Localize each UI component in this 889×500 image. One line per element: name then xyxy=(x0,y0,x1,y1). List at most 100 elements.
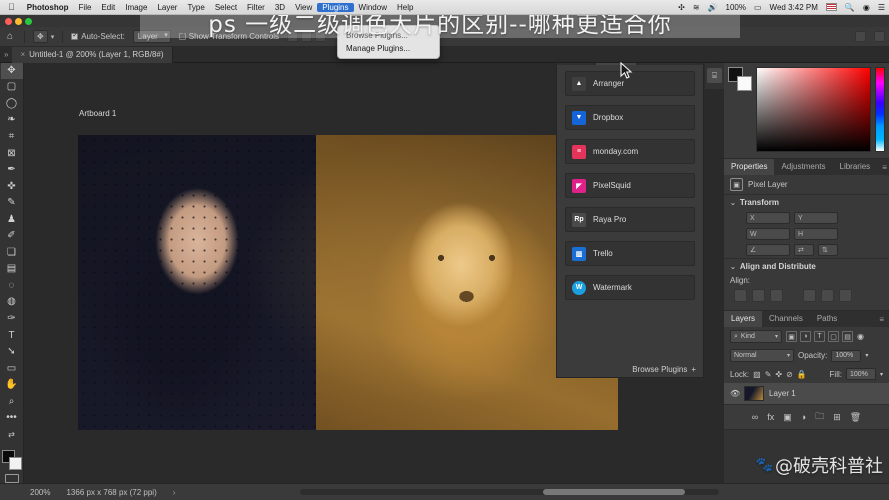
tool-lasso[interactable]: ◯ xyxy=(1,95,23,112)
align-middle-vertical-icon[interactable] xyxy=(821,289,834,302)
plugin-item-pixelsquid[interactable]: ◤ PixelSquid xyxy=(565,173,695,198)
tool-preset-chevron-icon[interactable]: ▾ xyxy=(51,33,55,41)
flip-horizontal-button[interactable]: ⇄ xyxy=(794,244,814,256)
align-left-icon[interactable] xyxy=(734,289,747,302)
adjustment-filter-icon[interactable]: ◑ xyxy=(800,331,811,342)
type-filter-icon[interactable]: T xyxy=(814,331,825,342)
transform-w-field[interactable]: W xyxy=(746,228,790,240)
lock-transparency-icon[interactable]: ▨ xyxy=(753,370,761,379)
align-right-icon[interactable] xyxy=(770,289,783,302)
menu-item-help[interactable]: Help xyxy=(392,3,418,12)
input-language-flag-icon[interactable] xyxy=(822,3,841,11)
flip-vertical-button[interactable]: ⇅ xyxy=(818,244,838,256)
maximize-window-button[interactable] xyxy=(25,17,32,25)
menu-item-plugins[interactable]: Plugins xyxy=(317,2,354,12)
transform-x-field[interactable]: X xyxy=(746,212,790,224)
scrollbar-thumb[interactable] xyxy=(543,489,686,495)
menu-item-layer[interactable]: Layer xyxy=(152,3,182,12)
tab-layers[interactable]: Layers xyxy=(724,311,763,327)
tool-marquee[interactable]: ▢ xyxy=(1,79,23,96)
plugins-icon[interactable]: ⌸ xyxy=(707,68,722,83)
image-filter-icon[interactable]: ▣ xyxy=(786,331,797,342)
tab-paths[interactable]: Paths xyxy=(810,311,844,327)
opacity-value[interactable]: 100% xyxy=(831,349,862,362)
apple-icon[interactable]:  xyxy=(0,2,22,12)
close-window-button[interactable] xyxy=(5,17,12,25)
opacity-chevron-icon[interactable]: ▾ xyxy=(865,352,868,359)
align-bottom-icon[interactable] xyxy=(839,289,852,302)
menu-item-type[interactable]: Type xyxy=(182,3,209,12)
artwork-image[interactable] xyxy=(78,135,618,430)
tool-blur[interactable]: ◌ xyxy=(1,277,23,294)
group-icon[interactable]: 🗀 xyxy=(815,409,824,425)
transform-angle-field[interactable]: ∠ xyxy=(746,244,790,256)
tool-hand[interactable]: ✋ xyxy=(1,376,23,393)
close-icon[interactable]: × xyxy=(20,50,25,59)
plugin-item-watermark[interactable]: W Watermark xyxy=(565,275,695,300)
tool-dodge[interactable]: ◍ xyxy=(1,294,23,311)
panel-menu-icon[interactable]: ≡ xyxy=(874,315,889,324)
share-button[interactable] xyxy=(851,31,870,42)
tab-properties[interactable]: Properties xyxy=(724,159,775,175)
tab-adjustments[interactable]: Adjustments xyxy=(774,159,832,175)
plugin-item-raya-pro[interactable]: Rp Raya Pro xyxy=(565,207,695,232)
menu-item-select[interactable]: Select xyxy=(210,3,242,12)
tab-libraries[interactable]: Libraries xyxy=(833,159,878,175)
minimize-window-button[interactable] xyxy=(15,17,22,25)
tool-more[interactable]: ••• xyxy=(1,409,23,426)
menu-item-window[interactable]: Window xyxy=(354,3,392,12)
tool-shape[interactable]: ▭ xyxy=(1,360,23,377)
menu-item-file[interactable]: File xyxy=(74,3,97,12)
panel-menu-icon[interactable]: ≡ xyxy=(877,163,889,172)
background-color-swatch[interactable] xyxy=(737,76,752,91)
status-expand-icon[interactable]: › xyxy=(165,488,184,497)
hue-slider[interactable] xyxy=(875,67,885,152)
color-panel-swatches[interactable] xyxy=(728,67,752,91)
color-swatches[interactable] xyxy=(1,449,23,470)
lock-position-icon[interactable]: ✜ xyxy=(775,370,782,379)
tab-collapse-icon[interactable]: » xyxy=(0,50,12,59)
tool-crop[interactable]: ⌗ xyxy=(1,128,23,145)
home-button[interactable]: ⌂ xyxy=(0,31,20,43)
layer-filter-kind-select[interactable]: ⌕ Kind xyxy=(730,330,782,343)
fx-icon[interactable]: fx xyxy=(767,412,774,422)
lock-image-icon[interactable]: ✎ xyxy=(765,370,772,379)
control-center-icon[interactable]: ☰ xyxy=(874,3,889,12)
filter-toggle-icon[interactable]: ◉ xyxy=(857,332,864,341)
layer-row[interactable]: 👁 Layer 1 xyxy=(724,383,889,404)
tool-frame[interactable]: ⊠ xyxy=(1,145,23,162)
battery-icon[interactable]: ▭ xyxy=(750,3,766,12)
adjustment-icon[interactable]: ◑ xyxy=(801,412,806,422)
zoom-level[interactable]: 200% xyxy=(0,488,58,497)
transform-y-field[interactable]: Y xyxy=(794,212,838,224)
horizontal-scrollbar[interactable] xyxy=(300,489,719,495)
plugin-item-dropbox[interactable]: ▼ Dropbox xyxy=(565,105,695,130)
link-icon[interactable]: ∞ xyxy=(752,412,758,422)
background-color-swatch[interactable] xyxy=(8,456,22,470)
browse-plugins-label[interactable]: Browse Plugins xyxy=(632,365,687,374)
lock-nesting-icon[interactable]: ⊘ xyxy=(786,370,793,379)
wifi-icon[interactable]: ≋ xyxy=(689,3,704,12)
tool-eraser[interactable]: ❏ xyxy=(1,244,23,261)
menu-item-filter[interactable]: Filter xyxy=(242,3,270,12)
shape-filter-icon[interactable]: ▢ xyxy=(828,331,839,342)
fill-value[interactable]: 100% xyxy=(845,368,876,380)
tool-quick-selection[interactable]: ❧ xyxy=(1,112,23,129)
align-distribute-section-header[interactable]: ⌄ Align and Distribute xyxy=(724,258,889,274)
menu-item-view[interactable]: View xyxy=(290,3,317,12)
tool-swap-colors[interactable]: ⇄ xyxy=(1,426,23,443)
tool-path-selection[interactable]: ➘ xyxy=(1,343,23,360)
tool-move[interactable]: ✥ xyxy=(0,62,23,79)
menu-item-edit[interactable]: Edit xyxy=(96,3,120,12)
tool-eyedropper[interactable]: ✒ xyxy=(1,161,23,178)
tool-zoom[interactable]: ⌕ xyxy=(1,393,23,410)
smart-object-filter-icon[interactable]: ▤ xyxy=(842,331,853,342)
tool-brush[interactable]: ✎ xyxy=(1,194,23,211)
auto-select-checkbox[interactable]: Auto-Select: xyxy=(67,31,129,41)
spotlight-search-icon[interactable]: 🔍 xyxy=(841,3,859,12)
tool-type[interactable]: T xyxy=(1,327,23,344)
clock-label[interactable]: Wed 3:42 PM xyxy=(766,3,822,12)
align-center-horizontal-icon[interactable] xyxy=(752,289,765,302)
plugin-item-trello[interactable]: ▥ Trello xyxy=(565,241,695,266)
quick-mask-toggle[interactable] xyxy=(4,473,19,484)
